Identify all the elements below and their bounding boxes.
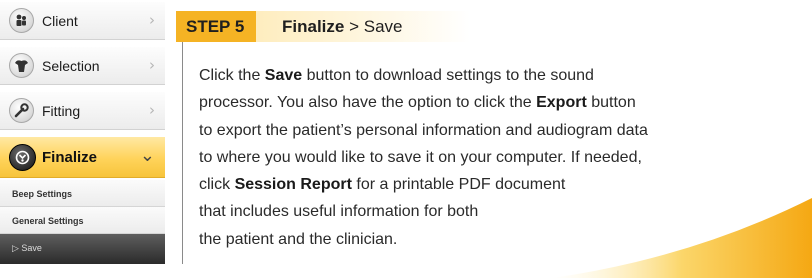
nav-item-selection[interactable]: Selection › bbox=[0, 47, 165, 85]
chevron-right-icon: › bbox=[149, 101, 155, 119]
subitem-save[interactable]: ▷ Save bbox=[0, 234, 165, 264]
subitem-general-settings[interactable]: General Settings bbox=[0, 207, 165, 234]
text-run: button bbox=[586, 94, 636, 112]
chevron-right-icon: › bbox=[149, 56, 155, 74]
text-run: Click the bbox=[199, 67, 265, 84]
text-run: click bbox=[199, 176, 235, 194]
save-term: Save bbox=[264, 67, 303, 84]
step-header: STEP 5 Finalize > Save bbox=[176, 11, 596, 42]
instruction-line: processor. You also have the option to c… bbox=[199, 89, 807, 116]
instruction-line: to where you would like to save it on yo… bbox=[199, 148, 642, 166]
client-icon bbox=[9, 8, 34, 33]
instruction-line: Click the Save button to download settin… bbox=[199, 62, 807, 89]
text-run: for a printable PDF document bbox=[351, 176, 566, 194]
finalize-icon bbox=[9, 144, 36, 171]
nav-item-label: Finalize bbox=[42, 149, 98, 166]
navigation-panel: Client › Selection › Fitting › Finalize … bbox=[0, 0, 165, 278]
nav-item-client[interactable]: Client › bbox=[0, 2, 165, 40]
chevron-down-icon: ⌄ bbox=[139, 145, 155, 166]
chevron-right-icon: › bbox=[149, 11, 155, 29]
text-run: button to download settings to the sound bbox=[302, 67, 594, 84]
step-separator: > bbox=[344, 17, 364, 36]
step-title: Finalize > Save bbox=[282, 11, 402, 42]
divider-line bbox=[182, 42, 183, 264]
nav-item-label: Selection bbox=[42, 58, 100, 74]
session-report-term: Session Report bbox=[234, 176, 352, 194]
instruction-line: to export the patient’s personal informa… bbox=[199, 121, 648, 139]
nav-item-fitting[interactable]: Fitting › bbox=[0, 92, 165, 130]
instruction-line: click Session Report for a printable PDF… bbox=[199, 171, 807, 198]
export-term: Export bbox=[536, 94, 587, 112]
step-section: Finalize bbox=[282, 17, 345, 36]
fitting-wrench-icon bbox=[9, 98, 34, 123]
decorative-swoosh bbox=[552, 198, 812, 278]
step-badge: STEP 5 bbox=[176, 11, 257, 42]
subitem-beep-settings[interactable]: Beep Settings bbox=[0, 180, 165, 207]
nav-item-label: Client bbox=[42, 13, 78, 29]
selection-icon bbox=[9, 53, 34, 78]
text-run: processor. You also have the option to c… bbox=[199, 94, 537, 112]
nav-item-finalize[interactable]: Finalize ⌄ bbox=[0, 137, 165, 178]
step-action: Save bbox=[363, 17, 403, 36]
nav-item-label: Fitting bbox=[42, 103, 81, 119]
